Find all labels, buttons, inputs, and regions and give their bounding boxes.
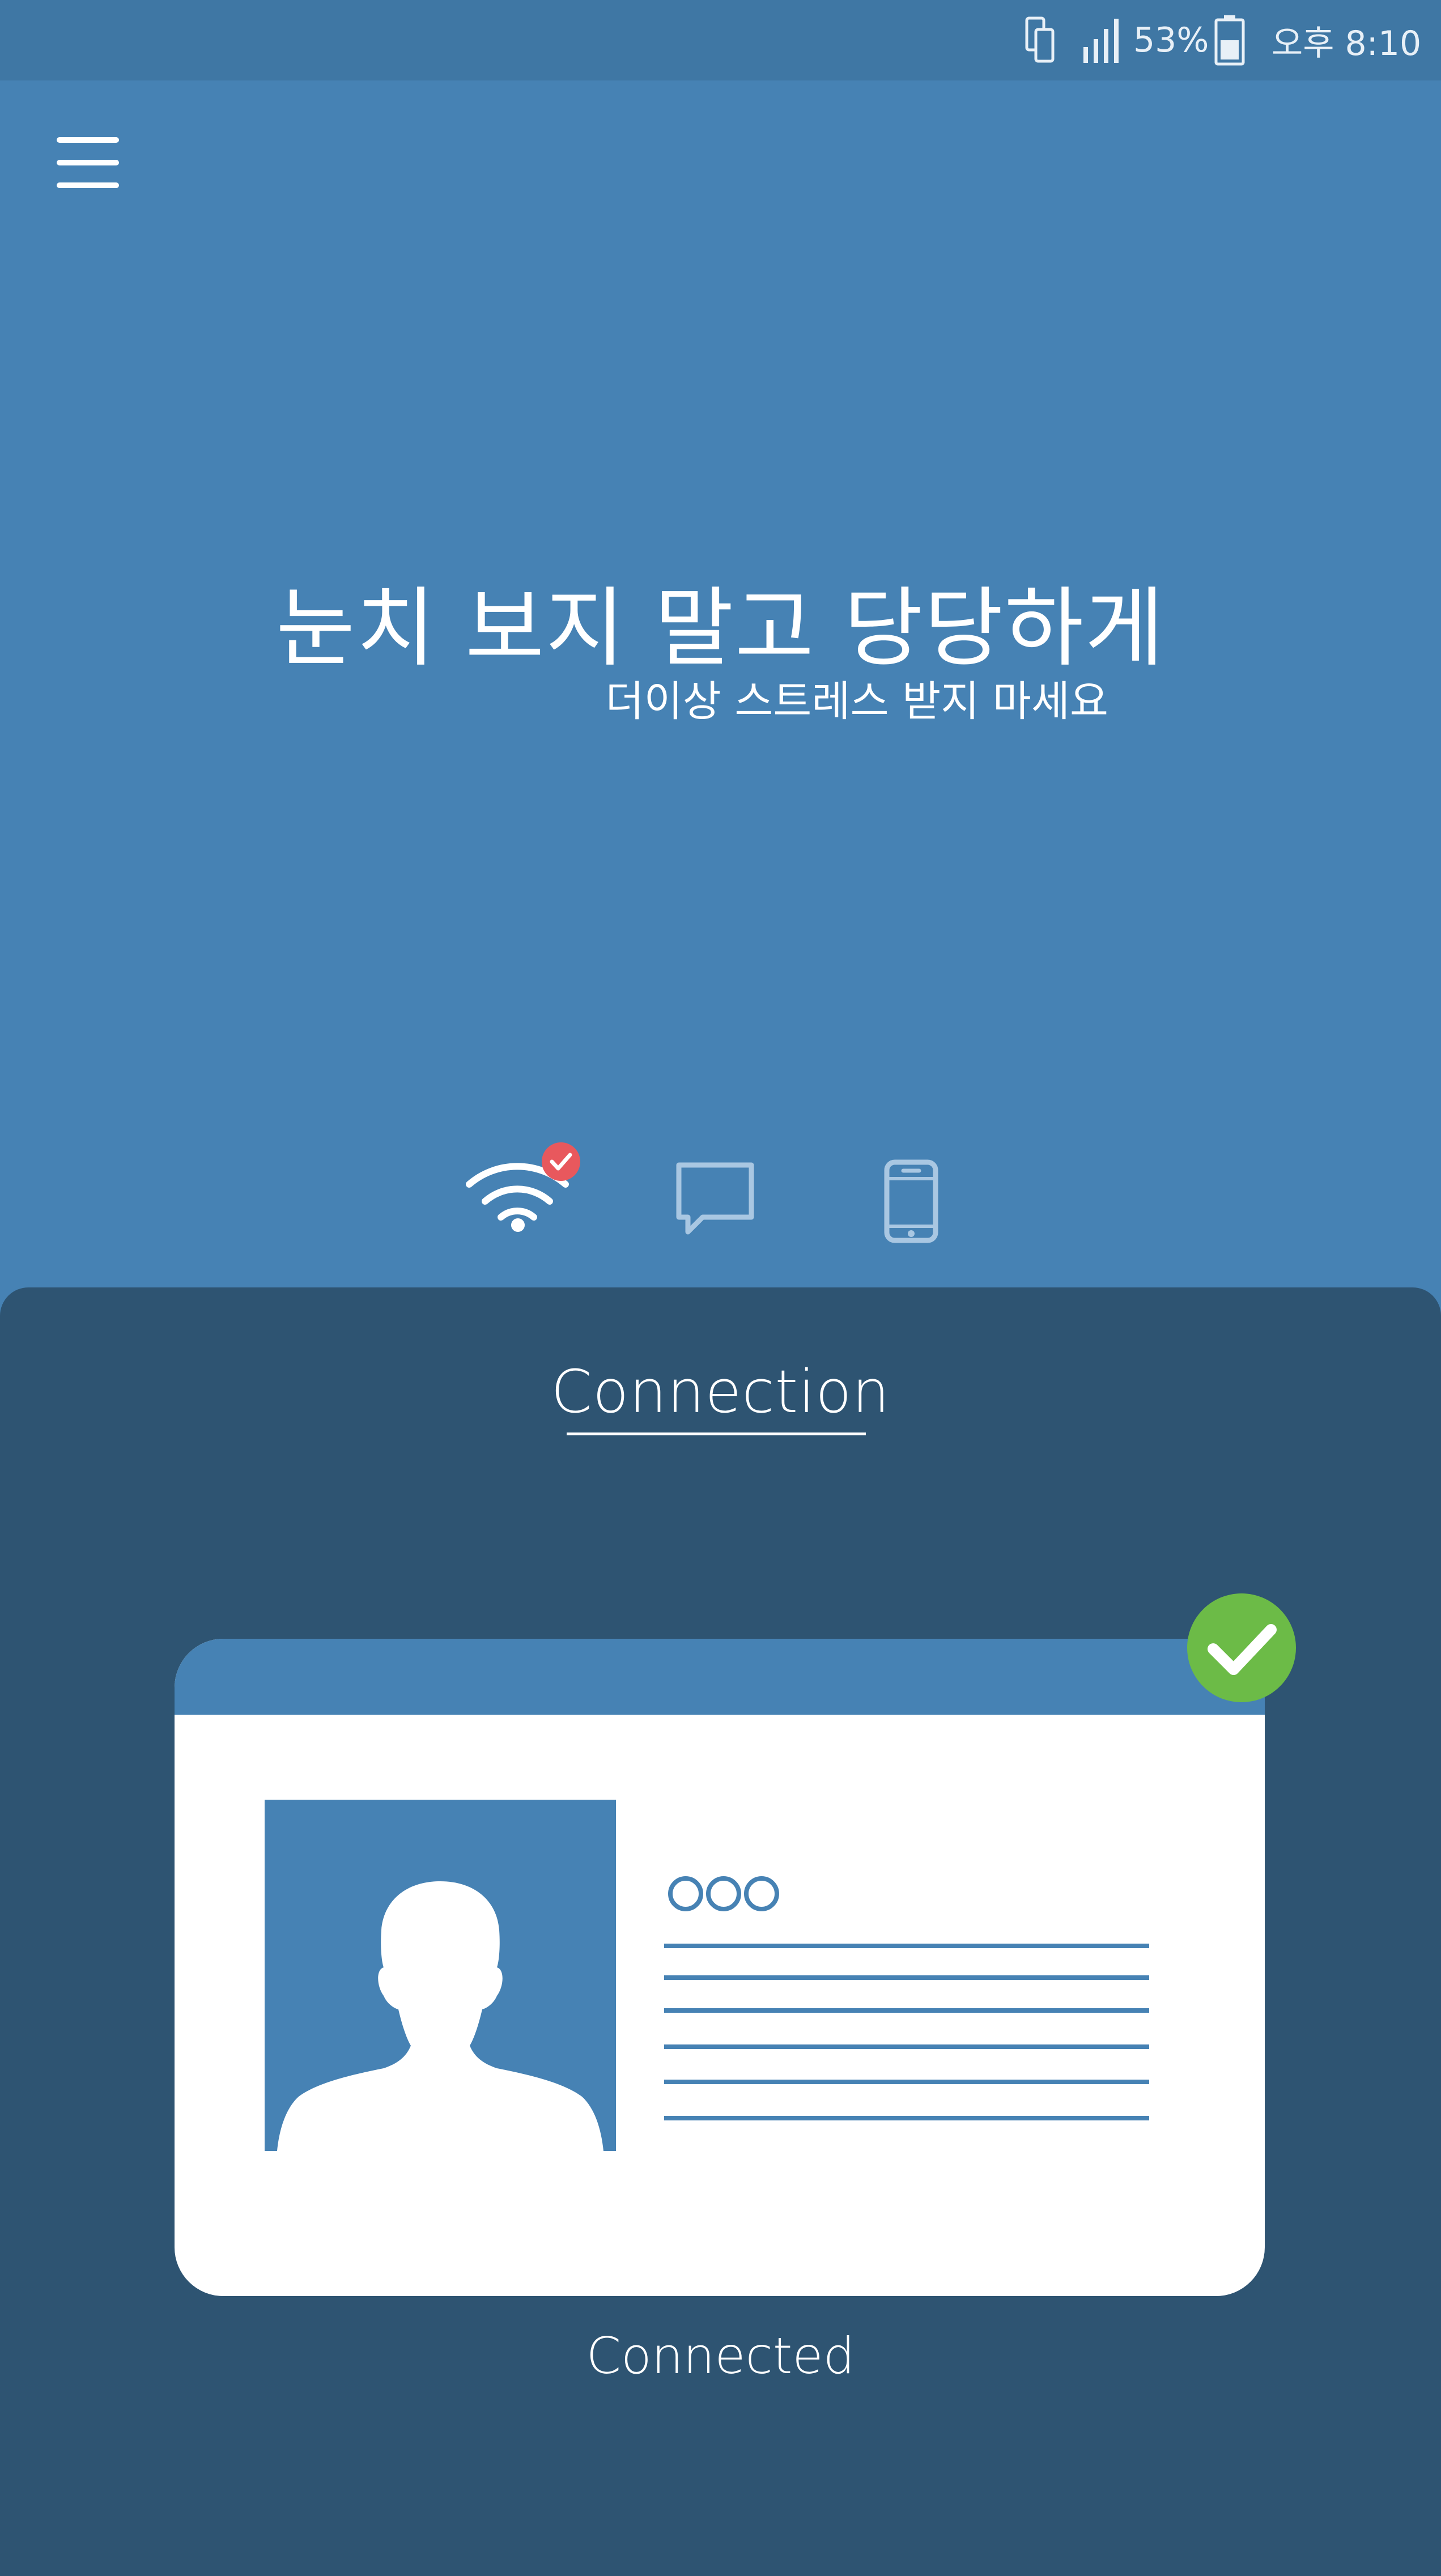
card-header xyxy=(175,1639,1265,1715)
check-badge-icon xyxy=(542,1142,580,1181)
panel-title: Connection xyxy=(551,1357,890,1426)
connection-status: Connected xyxy=(586,2327,855,2385)
battery-icon xyxy=(1214,0,1246,80)
headline: 눈치 보지 말고 당당하게 xyxy=(275,578,1166,678)
green-check-icon xyxy=(1186,1592,1297,1703)
subheadline: 더이상 스트레스 받지 마세요 xyxy=(605,677,1108,726)
user-silhouette-icon xyxy=(265,1800,616,2151)
card-info-lines xyxy=(664,1944,1151,2136)
clock: 오후 8:10 xyxy=(1272,23,1422,63)
id-card xyxy=(175,1639,1265,2296)
hamburger-menu-icon[interactable] xyxy=(57,135,124,192)
tab-phone[interactable] xyxy=(884,1159,938,1243)
chat-bubble-icon xyxy=(676,1162,754,1235)
tab-wifi[interactable] xyxy=(464,1140,583,1232)
wifi-dot xyxy=(511,1218,525,1232)
signal-icon xyxy=(1082,0,1122,80)
tab-chat[interactable] xyxy=(675,1162,755,1238)
battery-percent: 53% xyxy=(1133,20,1209,60)
phone-link-icon xyxy=(1025,0,1056,80)
panel-title-underline xyxy=(567,1432,866,1435)
status-bar: 53% 오후 8:10 xyxy=(0,0,1441,80)
card-name-placeholder xyxy=(666,1871,802,1916)
smartphone-icon xyxy=(884,1159,938,1243)
